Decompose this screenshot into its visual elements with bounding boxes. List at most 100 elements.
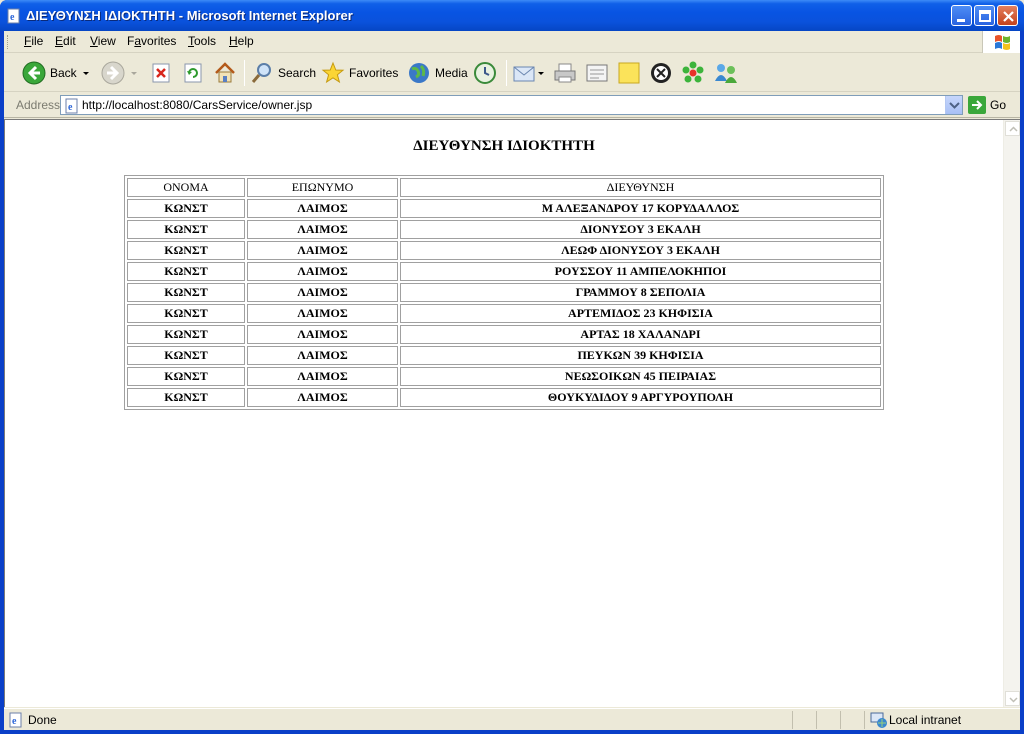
mail-dropdown-icon[interactable]: [538, 71, 544, 75]
mail-button[interactable]: [512, 58, 544, 88]
owners-table: ΟΝΟΜΑ ΕΠΩΝΥΜΟ ΔΙΕΥΘΥΝΣΗ ΚΩΝΣΤ ΛΑΙΜΟΣ Μ ΑΛΕ…: [124, 175, 884, 410]
vertical-scrollbar[interactable]: [1003, 120, 1020, 707]
history-icon: [474, 62, 496, 84]
close-button[interactable]: [997, 5, 1018, 26]
cell-address: ΘΟΥΚΥΔΙΔΟΥ 9 ΑΡΓΥΡΟΥΠΟΛΗ: [400, 388, 881, 407]
edit-icon: [586, 64, 608, 82]
search-magnifier-icon: [251, 63, 271, 83]
table-row: ΚΩΝΣΤ ΛΑΙΜΟΣ ΡΟΥΣΣΟΥ 11 ΑΜΠΕΛΟΚΗΠΟΙ: [127, 262, 881, 281]
toolbar-separator: [244, 60, 245, 86]
go-arrow-icon: [968, 96, 986, 114]
table-row: ΚΩΝΣΤ ΛΑΙΜΟΣ Μ ΑΛΕΞΑΝΔΡΟΥ 17 ΚΟΡΥΔΑΛΛΟΣ: [127, 199, 881, 218]
cell-surname: ΛΑΙΜΟΣ: [247, 262, 398, 281]
icq-button[interactable]: [681, 58, 705, 88]
cell-name: ΚΩΝΣΤ: [127, 262, 245, 281]
status-bar: e Done Local intranet: [4, 708, 1020, 730]
forward-button[interactable]: [101, 58, 137, 88]
cell-surname: ΛΑΙΜΟΣ: [247, 283, 398, 302]
menu-file[interactable]: File: [24, 34, 43, 48]
address-dropdown-button[interactable]: [945, 96, 962, 114]
refresh-button[interactable]: [182, 58, 204, 88]
menu-help[interactable]: Help: [229, 34, 254, 48]
media-button[interactable]: Media: [407, 58, 468, 88]
status-text: Done: [28, 713, 57, 727]
minimize-icon: [957, 19, 965, 22]
address-bar: Address e http://localhost:8080/CarsServ…: [4, 93, 1020, 118]
cell-address: ΝΕΩΣΟΙΚΩΝ 45 ΠΕΙΡΑΙΑΣ: [400, 367, 881, 386]
menu-tools[interactable]: Tools: [188, 34, 216, 48]
stop-icon: [152, 63, 170, 83]
browser-window: e ΔΙΕΥΘΥΝΣΗ ΙΔΙΟΚΤΗΤΗ - Microsoft Intern…: [0, 0, 1024, 734]
history-button[interactable]: [473, 58, 497, 88]
svg-text:e: e: [10, 12, 15, 23]
home-button[interactable]: [213, 58, 237, 88]
discuss-button[interactable]: [617, 58, 641, 88]
search-button[interactable]: Search: [250, 58, 316, 88]
local-intranet-icon: [870, 712, 887, 728]
chevron-down-icon: [1009, 697, 1018, 703]
menu-edit[interactable]: Edit: [55, 34, 76, 48]
svg-text:e: e: [68, 102, 73, 113]
table-row: ΚΩΝΣΤ ΛΑΙΜΟΣ ΑΡΤΕΜΙΔΟΣ 23 ΚΗΦΙΣΙΑ: [127, 304, 881, 323]
menu-grip: [7, 35, 10, 49]
title-bar[interactable]: e ΔΙΕΥΘΥΝΣΗ ΙΔΙΟΚΤΗΤΗ - Microsoft Intern…: [0, 0, 1024, 31]
cell-address: ΑΡΤΕΜΙΔΟΣ 23 ΚΗΦΙΣΙΑ: [400, 304, 881, 323]
cell-address: ΡΟΥΣΣΟΥ 11 ΑΜΠΕΛΟΚΗΠΟΙ: [400, 262, 881, 281]
cell-name: ΚΩΝΣΤ: [127, 283, 245, 302]
forward-dropdown-icon[interactable]: [131, 71, 137, 75]
messenger-icon: [715, 64, 737, 83]
security-zone-text: Local intranet: [889, 713, 962, 727]
cell-name: ΚΩΝΣΤ: [127, 346, 245, 365]
cell-name: ΚΩΝΣΤ: [127, 304, 245, 323]
cell-name: ΚΩΝΣΤ: [127, 325, 245, 344]
table-row: ΚΩΝΣΤ ΛΑΙΜΟΣ ΑΡΤΑΣ 18 ΧΑΛΑΝΔΡΙ: [127, 325, 881, 344]
research-icon: [651, 63, 671, 83]
messenger-button[interactable]: [713, 58, 739, 88]
table-row: ΚΩΝΣΤ ΛΑΙΜΟΣ ΛΕΩΦ ΔΙΟΝΥΣΟΥ 3 ΕΚΑΛΗ: [127, 241, 881, 260]
cell-address: ΠΕΥΚΩΝ 39 ΚΗΦΙΣΙΑ: [400, 346, 881, 365]
cell-name: ΚΩΝΣΤ: [127, 241, 245, 260]
cell-address: ΔΙΟΝΥΣΟΥ 3 ΕΚΑΛΗ: [400, 220, 881, 239]
back-button[interactable]: Back: [22, 58, 89, 88]
column-header-address: ΔΙΕΥΘΥΝΣΗ: [400, 178, 881, 197]
icq-flower-icon: [682, 61, 704, 83]
cell-surname: ΛΑΙΜΟΣ: [247, 346, 398, 365]
ie-page-icon: e: [65, 98, 78, 114]
go-button[interactable]: Go: [968, 95, 1006, 115]
menu-view[interactable]: View: [90, 34, 116, 48]
minimize-button[interactable]: [951, 5, 972, 26]
maximize-icon: [979, 10, 991, 22]
address-label: Address: [16, 98, 61, 112]
status-cell: [792, 711, 816, 729]
window-title: ΔΙΕΥΘΥΝΣΗ ΙΔΙΟΚΤΗΤΗ - Microsoft Internet…: [26, 8, 353, 23]
scroll-up-button[interactable]: [1005, 121, 1020, 136]
media-globe-icon: [409, 63, 429, 83]
close-icon: [1003, 11, 1014, 22]
ie-page-icon: e: [9, 712, 22, 728]
column-header-surname: ΕΠΩΝΥΜΟ: [247, 178, 398, 197]
edit-button[interactable]: [585, 58, 609, 88]
page-viewport: ΔΙΕΥΘΥΝΣΗ ΙΔΙΟΚΤΗΤΗ ΟΝΟΜΑ ΕΠΩΝΥΜΟ ΔΙΕΥΘΥ…: [4, 119, 1020, 707]
table-row: ΚΩΝΣΤ ΛΑΙΜΟΣ ΠΕΥΚΩΝ 39 ΚΗΦΙΣΙΑ: [127, 346, 881, 365]
cell-name: ΚΩΝΣΤ: [127, 199, 245, 218]
menu-favorites[interactable]: Favorites: [127, 34, 176, 48]
scroll-down-button[interactable]: [1005, 691, 1020, 706]
toolbar-separator: [506, 60, 507, 86]
print-button[interactable]: [553, 58, 577, 88]
back-dropdown-icon[interactable]: [82, 71, 89, 75]
windows-logo: [982, 31, 1020, 53]
cell-name: ΚΩΝΣΤ: [127, 220, 245, 239]
cell-name: ΚΩΝΣΤ: [127, 367, 245, 386]
maximize-button[interactable]: [974, 5, 995, 26]
address-url: http://localhost:8080/CarsService/owner.…: [82, 98, 313, 112]
research-button[interactable]: [649, 58, 673, 88]
browser-client: File Edit View Favorites Tools Help Back: [4, 31, 1020, 730]
stop-button[interactable]: [150, 58, 172, 88]
print-icon: [554, 63, 576, 83]
address-input[interactable]: e http://localhost:8080/CarsService/owne…: [60, 95, 963, 115]
discuss-note-icon: [618, 62, 640, 84]
cell-surname: ΛΑΙΜΟΣ: [247, 304, 398, 323]
cell-surname: ΛΑΙΜΟΣ: [247, 388, 398, 407]
favorites-button[interactable]: Favorites: [321, 58, 398, 88]
column-header-name: ΟΝΟΜΑ: [127, 178, 245, 197]
